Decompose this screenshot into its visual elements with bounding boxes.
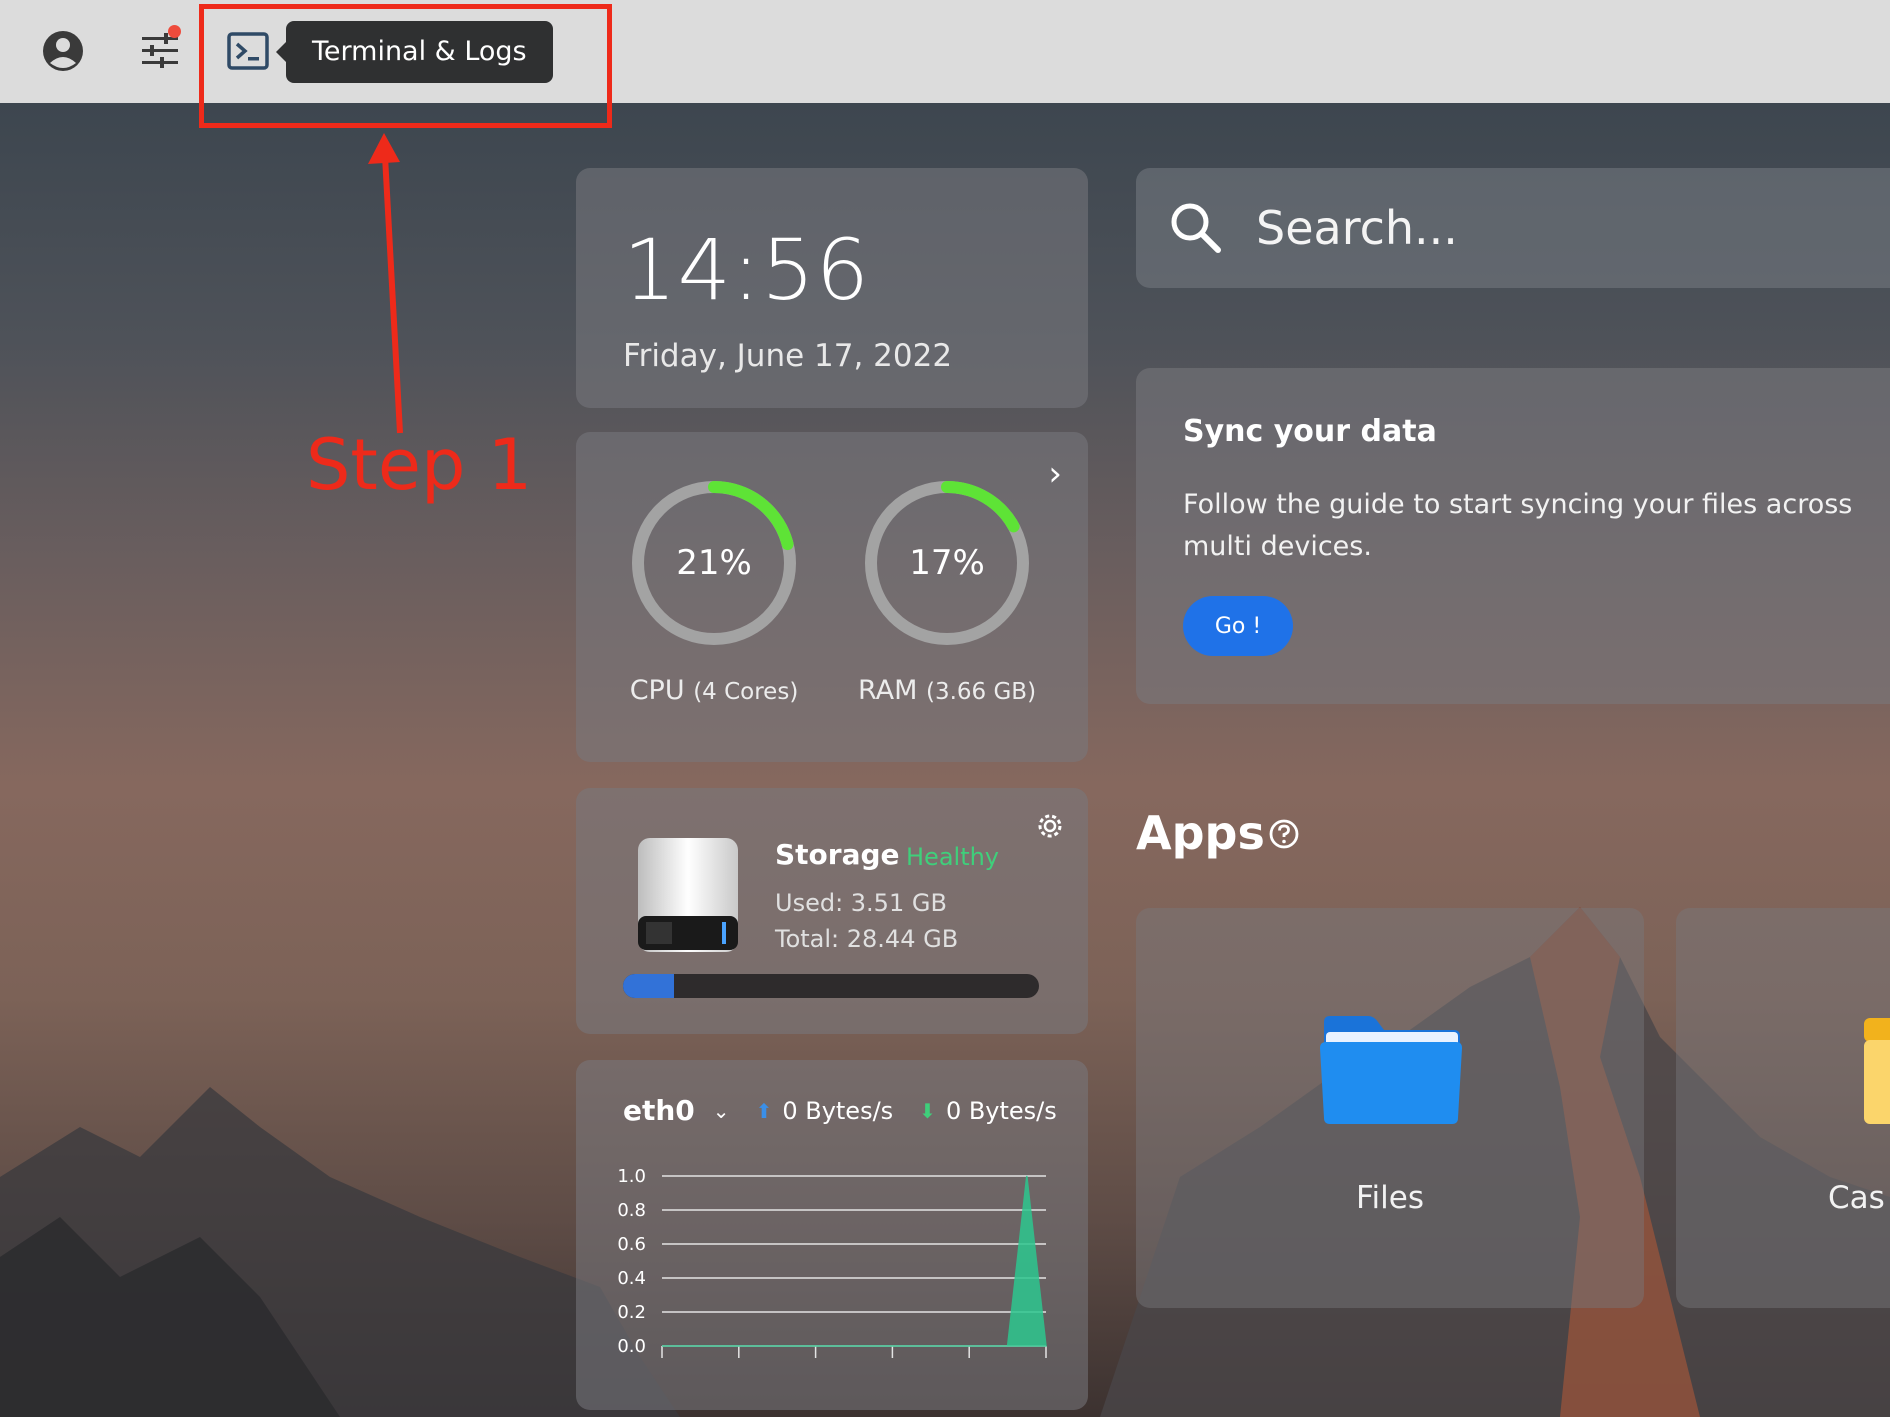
app-name: Cas [1828,1180,1885,1216]
upload-arrow-icon: ⬆ [755,1098,773,1123]
network-widget: eth0 ⌄ ⬆ 0 Bytes/s ⬇ 0 Bytes/s 1.0 0.8 0.6… [576,1060,1088,1410]
ram-label-text: RAM [857,675,918,706]
cpu-label: CPU (4 Cores) [609,674,819,709]
network-header: eth0 ⌄ ⬆ 0 Bytes/s ⬇ 0 Bytes/s [623,1094,1057,1127]
clock-time: 14:56 [623,221,871,319]
y-tick-label: 0.4 [617,1268,646,1289]
ram-gauge-arc [941,481,1020,533]
y-tick-label: 0.2 [617,1302,646,1323]
cpu-detail: (4 Cores) [693,679,799,705]
search-input[interactable]: Search... [1256,202,1458,254]
storage-total: Total: 28.44 GB [775,925,959,953]
system-status-widget: › 21% CPU (4 Cores) 17% RAM (3.66 GB) [576,432,1088,762]
y-tick-label: 0.8 [617,1200,646,1221]
app-card-files[interactable]: Files [1136,908,1644,1308]
gear-icon[interactable] [1034,810,1066,842]
search-bar[interactable]: Search... [1136,168,1890,288]
upload-rate: 0 Bytes/s [782,1096,894,1125]
clock-widget: 14:56 Friday, June 17, 2022 [576,168,1088,408]
download-arrow-icon: ⬇ [919,1098,936,1123]
settings-sliders-icon [142,33,178,68]
ram-detail: (3.66 GB) [925,679,1037,705]
app-name: Files [1355,1180,1425,1216]
hard-drive-icon [638,838,738,952]
download-rate: 0 Bytes/s [945,1096,1057,1125]
y-tick-label: 0.0 [617,1336,646,1357]
go-button[interactable]: Go ! [1183,596,1293,656]
app-card-cas[interactable]: Cas [1676,908,1890,1308]
sync-title: Sync your data [1183,414,1437,449]
chevron-right-icon[interactable]: › [1048,454,1062,494]
download-series-area [662,1175,1047,1347]
account-button[interactable] [34,22,92,80]
cpu-percent: 21% [676,543,752,583]
network-traffic-chart: 1.0 0.8 0.6 0.4 0.2 0.0 [617,1166,1047,1358]
sync-data-card: Sync your data Follow the guide to start… [1136,368,1890,704]
annotation-highlight-box [199,4,612,128]
search-icon [1171,203,1221,253]
account-circle-icon [43,31,83,71]
cpu-label-text: CPU [629,675,685,706]
y-tick-label: 0.6 [617,1234,646,1255]
storage-title: Storage [775,838,900,871]
ram-label: RAM (3.66 GB) [842,674,1052,709]
clock-date: Friday, June 17, 2022 [623,338,953,374]
storage-usage-bar [623,974,1039,998]
settings-button[interactable] [131,22,189,80]
chevron-down-icon[interactable]: ⌄ [713,1099,730,1123]
folder-icon [1320,1016,1462,1124]
ram-percent: 17% [909,543,985,583]
storage-status-badge: Healthy [906,843,1000,871]
help-circle-icon[interactable] [1268,818,1300,850]
storage-widget: Storage Healthy Used: 3.51 GB Total: 28.… [576,788,1088,1034]
annotation-arrow [368,133,403,434]
casaos-icon [1864,1018,1890,1124]
sync-description: Follow the guide to start syncing your f… [1183,489,1853,562]
notification-dot [168,25,181,38]
network-interface[interactable]: eth0 [623,1094,695,1127]
apps-title: Apps [1136,806,1265,860]
y-tick-label: 1.0 [617,1166,646,1187]
storage-used: Used: 3.51 GB [775,889,947,917]
step-label: Step 1 [306,424,533,506]
storage-usage-fill [623,974,675,998]
cpu-gauge-arc [708,481,794,551]
